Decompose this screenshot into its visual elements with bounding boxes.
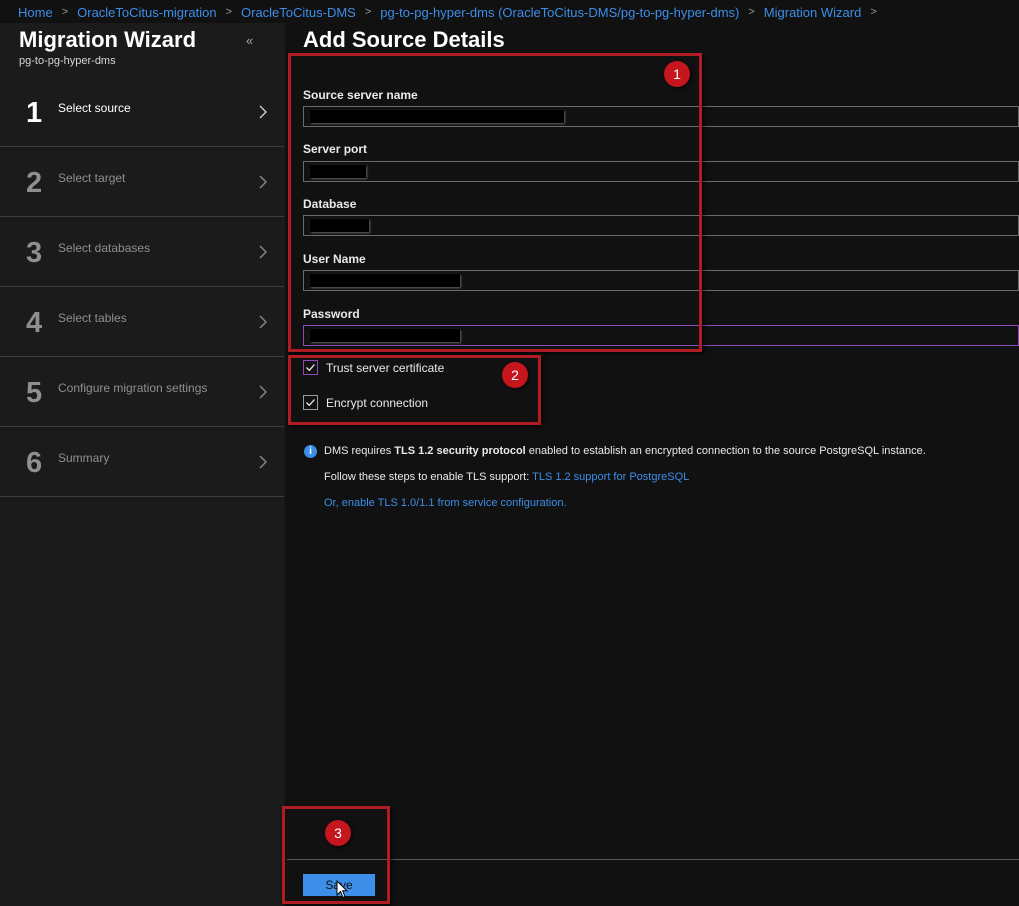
chevron-right-icon: > [364, 6, 372, 18]
breadcrumb-home[interactable]: Home [18, 5, 53, 20]
step-number: 6 [26, 447, 43, 479]
step-number: 4 [26, 307, 43, 339]
step-select-source[interactable]: 1 Select source [0, 77, 284, 147]
collapse-sidebar-icon[interactable]: « [246, 33, 253, 48]
step-configure-migration-settings[interactable]: 5 Configure migration settings [0, 357, 284, 427]
chevron-right-icon [259, 105, 267, 119]
breadcrumb-migration-wizard[interactable]: Migration Wizard [764, 5, 862, 20]
info-icon: i [304, 445, 317, 458]
annotation-badge-3: 3 [325, 820, 351, 846]
step-select-tables[interactable]: 4 Select tables [0, 287, 284, 357]
tls-steps-text: Follow these steps to enable TLS support… [324, 471, 689, 483]
chevron-right-icon [259, 455, 267, 469]
tls-support-link[interactable]: TLS 1.2 support for PostgreSQL [532, 471, 689, 483]
annotation-box-source-fields [288, 53, 702, 352]
chevron-right-icon: > [225, 6, 232, 18]
page-title: Add Source Details [303, 27, 505, 52]
step-select-target[interactable]: 2 Select target [0, 147, 284, 217]
tls-steps-label: Follow these steps to enable TLS support… [324, 471, 533, 483]
step-label: Select target [58, 171, 126, 185]
tls-info-bold: TLS 1.2 security protocol [394, 445, 526, 457]
step-summary[interactable]: 6 Summary [0, 427, 284, 497]
step-label: Configure migration settings [58, 381, 208, 395]
tls-info-text: DMS requires TLS 1.2 security protocol e… [324, 445, 926, 457]
step-number: 2 [26, 167, 43, 199]
wizard-steps: 1 Select source 2 Select target 3 Select… [0, 77, 284, 497]
step-select-databases[interactable]: 3 Select databases [0, 217, 284, 287]
tls-info-suffix: enabled to establish an encrypted connec… [525, 445, 926, 457]
chevron-right-icon [259, 315, 267, 329]
step-label: Select tables [58, 311, 127, 325]
breadcrumb-dms-service[interactable]: OracleToCitus-DMS [241, 5, 356, 20]
step-label: Select source [58, 101, 131, 115]
chevron-right-icon: > [870, 6, 877, 18]
chevron-right-icon [259, 175, 267, 189]
step-number: 3 [26, 237, 43, 269]
chevron-right-icon [259, 245, 267, 259]
chevron-right-icon: > [61, 6, 69, 18]
footer-divider [287, 859, 1019, 860]
annotation-badge-1: 1 [664, 61, 690, 87]
enable-tls-service-config-link[interactable]: Or, enable TLS 1.0/1.1 from service conf… [324, 497, 567, 509]
step-label: Select databases [58, 241, 151, 255]
step-number: 5 [26, 377, 43, 409]
step-number: 1 [26, 97, 43, 129]
step-label: Summary [58, 451, 110, 465]
wizard-subtitle: pg-to-pg-hyper-dms [19, 55, 116, 67]
wizard-title: Migration Wizard [19, 27, 197, 52]
annotation-badge-2: 2 [502, 362, 528, 388]
breadcrumb: Home > OracleToCitus-migration > OracleT… [18, 3, 886, 21]
chevron-right-icon [259, 385, 267, 399]
tls-alt-line: Or, enable TLS 1.0/1.1 from service conf… [324, 497, 567, 509]
breadcrumb-project[interactable]: pg-to-pg-hyper-dms (OracleToCitus-DMS/pg… [380, 5, 739, 20]
wizard-sidebar: Migration Wizard pg-to-pg-hyper-dms « 1 … [0, 23, 285, 906]
tls-info-prefix: DMS requires [324, 445, 395, 457]
breadcrumb-resource-group[interactable]: OracleToCitus-migration [77, 5, 216, 20]
chevron-right-icon: > [748, 6, 755, 18]
annotation-box-checkboxes [288, 355, 541, 425]
